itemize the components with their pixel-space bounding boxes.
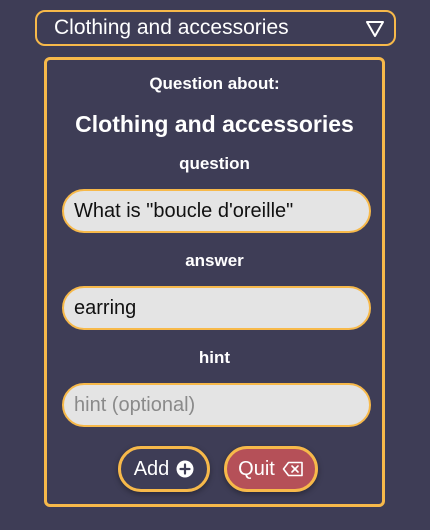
hint-label: hint [198, 348, 231, 367]
question-form-card: Question about: Clothing and accessories… [44, 57, 385, 507]
topic-select[interactable]: Clothing and accessories [35, 10, 396, 46]
answer-input[interactable] [62, 286, 371, 330]
plus-circle-icon [176, 460, 194, 478]
topic-select-value: Clothing and accessories [54, 16, 289, 39]
quit-button[interactable]: Quit [224, 446, 318, 492]
quit-button-label: Quit [238, 457, 275, 480]
question-input[interactable] [62, 189, 371, 233]
topic-title: Clothing and accessories [75, 111, 354, 137]
add-button[interactable]: Add [118, 446, 210, 492]
backspace-icon [282, 461, 304, 477]
add-button-label: Add [133, 457, 170, 480]
hint-input[interactable] [62, 383, 371, 427]
question-about-label: Question about: [149, 74, 280, 93]
question-label: question [179, 154, 250, 173]
answer-label: answer [185, 251, 244, 270]
triangle-down-icon [366, 21, 384, 37]
